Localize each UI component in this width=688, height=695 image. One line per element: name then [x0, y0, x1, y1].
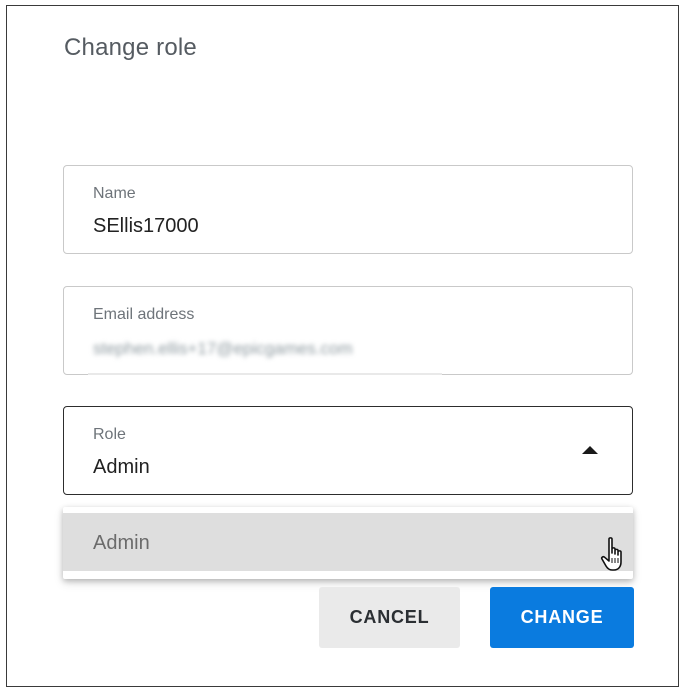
- name-field[interactable]: Name SEllis17000: [63, 165, 633, 254]
- role-value: Admin: [93, 456, 150, 478]
- role-select[interactable]: Role Admin: [63, 406, 633, 495]
- dialog-title: Change role: [64, 34, 197, 61]
- cancel-button[interactable]: CANCEL: [319, 587, 460, 648]
- role-label: Role: [93, 426, 126, 443]
- name-label: Name: [93, 185, 136, 202]
- dropdown-option-label: Admin: [93, 532, 150, 554]
- email-field[interactable]: Email address stephen.ellis+17@epicgames…: [63, 286, 633, 375]
- dropdown-option-admin[interactable]: Admin: [63, 513, 633, 571]
- role-dropdown-menu: Admin: [63, 507, 633, 579]
- name-value[interactable]: SEllis17000: [93, 215, 199, 238]
- email-label: Email address: [93, 306, 195, 323]
- email-value[interactable]: stephen.ellis+17@epicgames.com: [93, 339, 353, 359]
- caret-up-icon[interactable]: [582, 446, 598, 454]
- change-button[interactable]: CHANGE: [490, 587, 634, 648]
- email-underline: [88, 373, 442, 375]
- hand-pointer-icon: [600, 537, 622, 571]
- change-role-dialog: Change role Name SEllis17000 Email addre…: [6, 5, 679, 687]
